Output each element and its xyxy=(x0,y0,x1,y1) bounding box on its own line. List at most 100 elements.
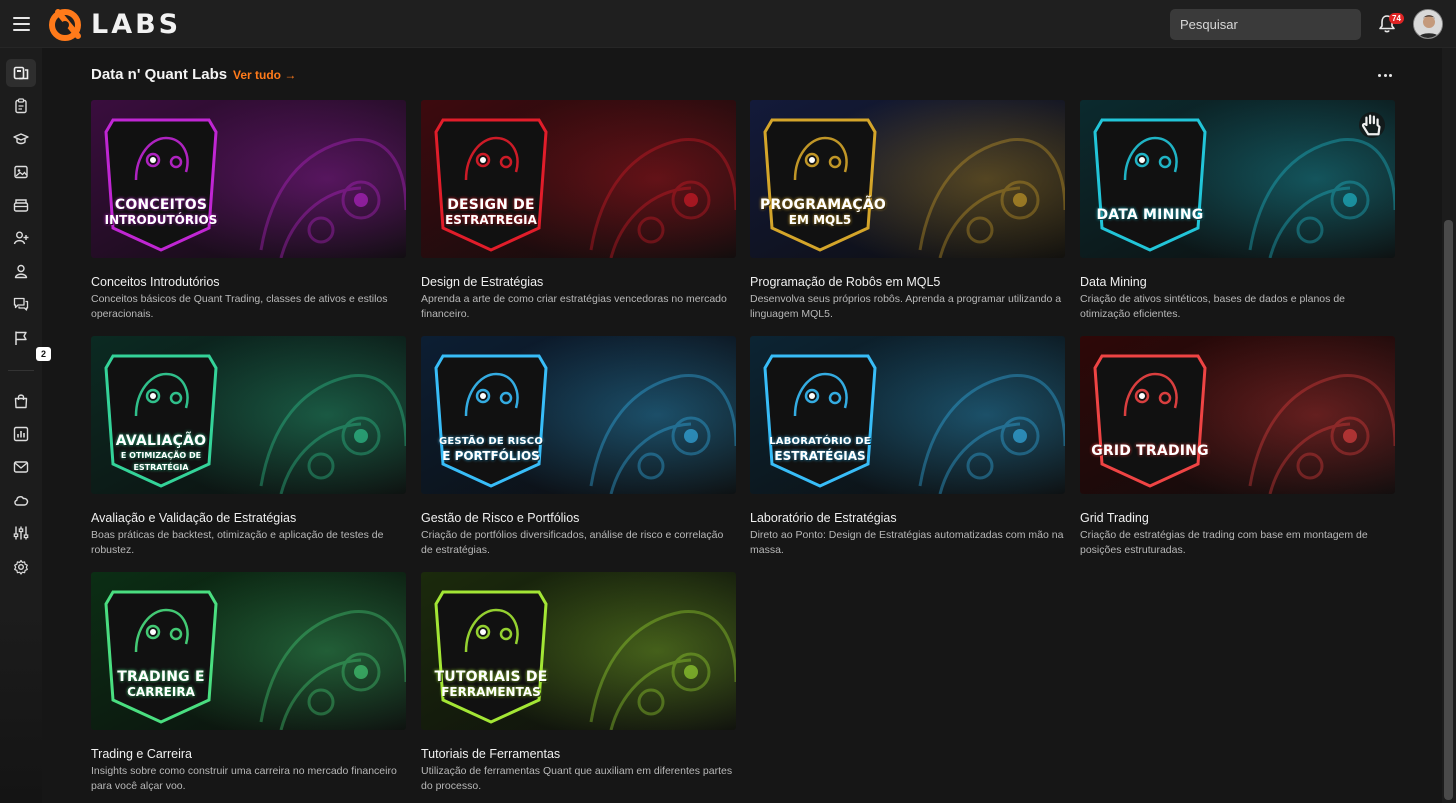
flag-icon xyxy=(15,331,27,345)
course-title[interactable]: Laboratório de Estratégias xyxy=(750,511,1065,526)
thumbnail-badge-text: CONCEITOS xyxy=(114,197,208,213)
clipboard-icon xyxy=(15,98,27,114)
course-title[interactable]: Tutoriais de Ferramentas xyxy=(421,747,736,762)
course-thumbnail[interactable]: CONCEITOS INTRODUTÓRIOS xyxy=(91,100,406,258)
course-thumbnail[interactable]: AVALIAÇÃO E OTIMIZAÇÃO DE ESTRATÉGIA xyxy=(91,336,406,494)
course-title[interactable]: Gestão de Risco e Portfólios xyxy=(421,511,736,526)
sidebar-item-archive[interactable] xyxy=(6,191,36,219)
cloud-icon xyxy=(14,496,29,506)
course-description: Criação de portfólios diversificados, an… xyxy=(421,529,724,556)
course-card[interactable]: LABORATÓRIO DE ESTRATÉGIAS Laboratório de … xyxy=(750,336,1065,558)
sidebar-item-community[interactable] xyxy=(6,257,36,285)
brand-name: LABS xyxy=(91,8,182,40)
drag-hand-icon[interactable] xyxy=(1359,112,1385,138)
course-description: Boas práticas de backtest, otimização e … xyxy=(91,529,384,556)
search-input[interactable] xyxy=(1170,9,1356,40)
see-all-link[interactable]: Ver tudo → xyxy=(233,68,296,82)
sidebar-item-messages[interactable] xyxy=(6,290,36,318)
thumbnail-badge-text: LABORATÓRIO DE xyxy=(769,436,871,447)
course-card[interactable]: PROGRAMAÇÃO EM MQL5 Programação de Robôs e… xyxy=(750,100,1065,322)
thumbnail-badge-subtext: EM MQL5 xyxy=(788,213,852,227)
archive-icon xyxy=(13,199,29,212)
thumbnail-badge-text: DESIGN DE xyxy=(447,197,535,213)
course-title[interactable]: Avaliação e Validação de Estratégias xyxy=(91,511,406,526)
section-title: Data n' Quant Labs xyxy=(91,66,228,83)
thumbnail-badge-subtext: E PORTFÓLIOS xyxy=(442,449,540,463)
user-photo xyxy=(1414,10,1442,38)
logo[interactable]: LABS xyxy=(48,6,181,42)
course-description: Utilização de ferramentas Quant que auxi… xyxy=(421,765,733,792)
sidebar-item-store[interactable] xyxy=(6,387,36,415)
thumbnail-badge-text: TUTORIAIS DE xyxy=(434,669,548,685)
sidebar-item-analytics[interactable] xyxy=(6,420,36,448)
thumbnail-badge-subtext: CARREIRA xyxy=(127,685,195,699)
thumbnail-badge-subtext: INTRODUTÓRIOS xyxy=(104,213,218,227)
course-card[interactable]: TRADING E CARREIRA Trading e Carreira Insig… xyxy=(91,572,406,794)
logo-icon xyxy=(49,9,81,41)
thumbnail-badge-subtext: ESTRATREGIA xyxy=(445,213,537,227)
sidebar-item-settings-sliders[interactable] xyxy=(6,519,36,547)
avatar[interactable] xyxy=(1413,9,1443,39)
thumbnail-badge-subtext: E OTIMIZAÇÃO DE ESTRATÉGIA xyxy=(120,451,202,472)
course-description: Criação de estratégias de trading com ba… xyxy=(1080,529,1368,556)
graduation-cap-icon xyxy=(13,133,29,145)
course-card[interactable]: AVALIAÇÃO E OTIMIZAÇÃO DE ESTRATÉGIA Avali… xyxy=(91,336,406,558)
course-thumbnail[interactable]: LABORATÓRIO DE ESTRATÉGIAS xyxy=(750,336,1065,494)
course-description: Direto ao Ponto: Design de Estratégias a… xyxy=(750,529,1064,556)
course-thumbnail[interactable]: TRADING E CARREIRA xyxy=(91,572,406,730)
course-title[interactable]: Data Mining xyxy=(1080,275,1395,290)
course-card[interactable]: CONCEITOS INTRODUTÓRIOS Conceitos Introdut… xyxy=(91,100,406,322)
thumbnail-badge-subtext: ESTRATÉGIAS xyxy=(774,449,866,463)
sidebar-item-add-user[interactable] xyxy=(6,224,36,252)
sidebar-divider xyxy=(8,370,34,371)
add-user-icon xyxy=(13,231,29,245)
search-box[interactable] xyxy=(1170,9,1361,40)
course-card[interactable]: GESTÃO DE RISCO E PORTFÓLIOS Gestão de Ris… xyxy=(421,336,736,558)
thumbnail-badge-text: AVALIAÇÃO xyxy=(115,433,207,449)
sidebar-item-courses[interactable] xyxy=(6,59,36,87)
course-thumbnail[interactable]: TUTORIAIS DE FERRAMENTAS xyxy=(421,572,736,730)
sliders-icon xyxy=(13,526,29,540)
course-thumbnail[interactable]: GESTÃO DE RISCO E PORTFÓLIOS xyxy=(421,336,736,494)
course-title[interactable]: Design de Estratégias xyxy=(421,275,736,290)
shopping-bag-icon xyxy=(14,394,28,409)
users-icon xyxy=(14,264,28,279)
sidebar-item-reports[interactable] xyxy=(6,324,36,352)
course-title[interactable]: Grid Trading xyxy=(1080,511,1395,526)
course-thumbnail[interactable]: PROGRAMAÇÃO EM MQL5 xyxy=(750,100,1065,258)
thumbnail-badge-text: GESTÃO DE RISCO xyxy=(438,436,544,447)
course-thumbnail[interactable]: DESIGN DE ESTRATREGIA xyxy=(421,100,736,258)
course-description: Insights sobre como construir uma carrei… xyxy=(91,765,397,792)
course-title[interactable]: Conceitos Introdutórios xyxy=(91,275,406,290)
sidebar-item-cloud[interactable] xyxy=(6,486,36,514)
course-title[interactable]: Trading e Carreira xyxy=(91,747,406,762)
more-options-button[interactable] xyxy=(1375,66,1395,84)
sidebar-item-tasks[interactable] xyxy=(6,92,36,120)
messages-badge: 2 xyxy=(36,347,51,361)
course-card[interactable]: GRID TRADING Grid Trading Criação de estra… xyxy=(1080,336,1395,558)
thumbnail-badge-text: GRID TRADING xyxy=(1091,443,1209,459)
sidebar-item-mail[interactable] xyxy=(6,453,36,481)
courses-icon xyxy=(13,66,29,80)
course-title[interactable]: Programação de Robôs em MQL5 xyxy=(750,275,1065,290)
thumbnail-badge-subtext: FERRAMENTAS xyxy=(441,685,541,699)
course-card[interactable]: TUTORIAIS DE FERRAMENTAS Tutoriais de Ferr… xyxy=(421,572,736,794)
scrollbar[interactable] xyxy=(1442,48,1456,803)
scrollbar-thumb[interactable] xyxy=(1444,220,1453,800)
course-description: Aprenda a arte de como criar estratégias… xyxy=(421,293,727,320)
thumbnail-badge-text: PROGRAMAÇÃO xyxy=(760,197,887,213)
sidebar: 2 xyxy=(0,48,51,803)
thumbnail-badge-text: TRADING E xyxy=(117,669,205,685)
sidebar-item-academy[interactable] xyxy=(6,125,36,153)
course-thumbnail[interactable]: GRID TRADING xyxy=(1080,336,1395,494)
course-card[interactable]: DATA MINING Data Mining Criação de ativos … xyxy=(1080,100,1395,322)
menu-icon[interactable] xyxy=(13,14,30,34)
sidebar-item-gallery[interactable] xyxy=(6,158,36,186)
thumbnail-badge-text: DATA MINING xyxy=(1096,207,1204,223)
course-description: Desenvolva seus próprios robôs. Aprenda … xyxy=(750,293,1062,320)
chart-icon xyxy=(13,426,29,442)
course-thumbnail[interactable]: DATA MINING xyxy=(1080,100,1395,258)
top-bar: LABS 74 xyxy=(0,0,1456,48)
course-card[interactable]: DESIGN DE ESTRATREGIA Design de Estratégia… xyxy=(421,100,736,322)
sidebar-item-settings[interactable] xyxy=(6,553,36,581)
